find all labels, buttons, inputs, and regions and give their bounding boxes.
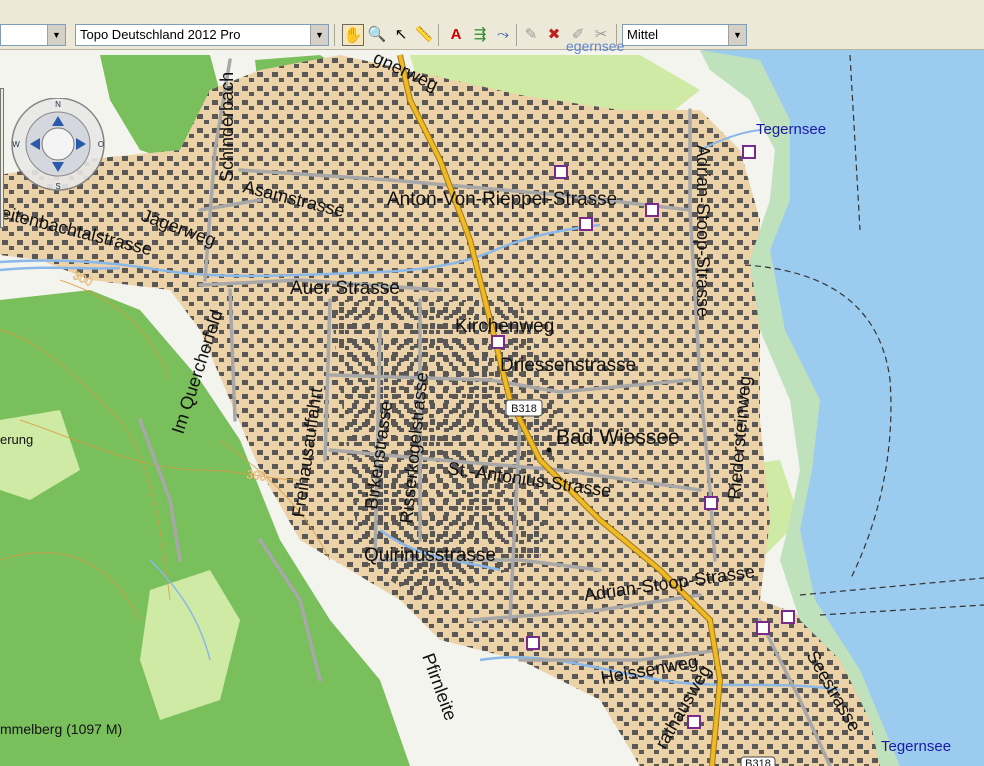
street-label: Schinderbach [217, 72, 237, 182]
pan-west-button[interactable] [22, 135, 40, 153]
contour-label: 300 [246, 467, 268, 484]
street-label: Quirinusstrasse [364, 545, 496, 566]
route-tool-icon[interactable]: ⇶ [469, 24, 491, 46]
town-label: Bad Wiessee [556, 426, 680, 449]
chevron-down-icon[interactable]: ▼ [47, 25, 65, 45]
road-shield-b318: B318 [740, 756, 776, 766]
edit-tool-icon[interactable]: ✎ [520, 24, 542, 46]
toolbar-separator [334, 24, 335, 46]
toolbar-separator [438, 24, 439, 46]
water-label: Tegernsee [756, 121, 826, 138]
measure-tool-icon[interactable]: 📏 [413, 24, 435, 46]
town-center-dot [546, 447, 552, 453]
chevron-down-icon[interactable]: ▼ [728, 25, 746, 45]
map-canvas[interactable]: B318 B318 300 300 gnerweg Schinderbach A… [0, 50, 984, 766]
road-shield-b318: B318 [505, 399, 543, 417]
pan-east-button[interactable] [76, 135, 94, 153]
street-label: Driessenstrasse [500, 355, 636, 376]
street-label: Adrian-Stoop-Strasse [693, 145, 713, 317]
detail-level-value: Mittel [627, 27, 659, 42]
svg-text:S: S [55, 182, 60, 191]
street-label: Kirchenweg [455, 316, 554, 337]
water-label: Tegernsee [881, 738, 951, 755]
hand-tool-icon[interactable]: ✋ [342, 24, 364, 46]
map-product-value: Topo Deutschland 2012 Pro [80, 27, 241, 42]
water-label: egernsee [566, 38, 625, 54]
map-navigation-control[interactable]: N S W O [10, 97, 110, 194]
svg-text:B318: B318 [511, 403, 537, 415]
map-product-dropdown[interactable]: Topo Deutschland 2012 Pro ▼ [75, 24, 329, 46]
text-tool-icon[interactable]: A [445, 24, 467, 46]
street-label: Anton-Von-Rieppel-Strasse [387, 189, 617, 210]
track-tool-icon[interactable]: ⤳ [492, 24, 514, 46]
zoom-tool-icon[interactable]: 🔍 [366, 24, 388, 46]
peak-label: mmelberg (1097 M) [0, 721, 122, 737]
street-label: Auer Strasse [290, 278, 400, 299]
map-svg: B318 B318 300 300 gnerweg Schinderbach A… [0, 50, 984, 766]
delete-tool-icon[interactable]: ✖ [543, 24, 565, 46]
map-selector-dropdown[interactable]: ▼ [0, 24, 66, 46]
toolbar: ▼ Topo Deutschland 2012 Pro ▼ ✋ 🔍 ↖ 📏 A … [0, 0, 984, 50]
chevron-down-icon[interactable]: ▼ [310, 25, 328, 45]
svg-text:B318: B318 [745, 758, 771, 766]
detail-level-dropdown[interactable]: Mittel ▼ [622, 24, 747, 46]
left-panel-edge[interactable] [0, 88, 4, 228]
pan-north-button[interactable] [49, 108, 67, 126]
pan-south-button[interactable] [49, 162, 67, 180]
toolbar-separator [516, 24, 517, 46]
svg-text:O: O [98, 140, 104, 149]
select-tool-icon[interactable]: ↖ [390, 24, 412, 46]
area-label: erung [0, 432, 33, 447]
svg-text:W: W [12, 140, 20, 149]
